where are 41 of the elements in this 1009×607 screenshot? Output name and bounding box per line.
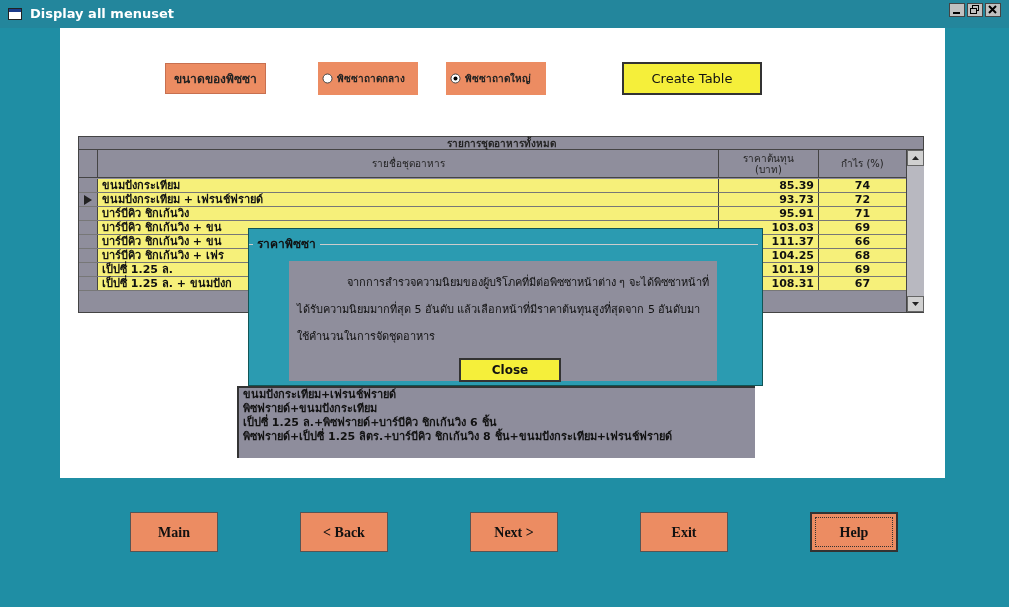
size-label: ขนาดของพิซซา	[165, 63, 266, 94]
grid-caption: รายการชุดอาหารทั้งหมด	[79, 137, 923, 150]
radio-option[interactable]: พิซซาถาดกลาง	[318, 62, 418, 95]
table-cell: 67	[819, 277, 906, 290]
close-icon[interactable]	[985, 3, 1001, 17]
table-cell: 85.39	[719, 179, 819, 192]
table-cell: ขนมปังกระเทียม	[98, 179, 719, 192]
window-icon	[8, 8, 22, 20]
close-button[interactable]: Close	[459, 358, 561, 382]
table-cell: 66	[819, 235, 906, 248]
table-cell: บาร์บีคิว ชิกเก้นวิง	[98, 207, 719, 220]
column-header: กำไร (%)	[840, 157, 885, 171]
table-cell: 68	[819, 249, 906, 262]
radio-button[interactable]	[450, 73, 461, 84]
window-title: Display all menuset	[30, 5, 174, 24]
restore-icon[interactable]	[967, 3, 983, 17]
nav-button[interactable]: Exit	[640, 512, 728, 552]
list-item[interactable]: ขนมปังกระเทียม+เฟรนช์ฟรายด์	[243, 388, 751, 402]
table-cell: 72	[819, 193, 906, 206]
nav-button[interactable]: < Back	[300, 512, 388, 552]
radio-option[interactable]: พิซซาถาดใหญ่	[446, 62, 546, 95]
table-cell: 93.73	[719, 193, 819, 206]
scroll-up-icon[interactable]	[907, 150, 924, 166]
nav-button[interactable]: Main	[130, 512, 218, 552]
scrollbar[interactable]	[906, 150, 924, 312]
combo-listbox[interactable]: ขนมปังกระเทียม+เฟรนช์ฟรายด์ พิซฟรายด์+ขนมปังกระเทียม เป็ปซี่ 1.25 ล.+พิซฟรายด์+บาร์บีคิว ชิกเก้นวิง 6 ชิ้น พิซฟรายด์+เป็ปซี่ 1.25 ลิตร.+บาร์บีคิว ชิกเก้นวิง 8 ชิ้น+ขนมปังกระเทียม+เฟรนช์ฟรายด์	[237, 386, 755, 458]
list-item[interactable]: พิซฟรายด์+เป็ปซี่ 1.25 ลิตร.+บาร์บีคิว ชิกเก้นวิง 8 ชิ้น+ขนมปังกระเทียม+เฟรนช์ฟรายด์	[243, 430, 751, 444]
nav-button[interactable]: Help	[810, 512, 898, 552]
nav-button[interactable]: Next >	[470, 512, 558, 552]
column-header: ราคาต้นทุน (บาท)	[719, 150, 819, 177]
table-cell: ขนมปังกระเทียม + เฟรนช์ฟรายด์	[98, 193, 719, 206]
table-cell: 69	[819, 221, 906, 234]
table-cell: 74	[819, 179, 906, 192]
scroll-down-icon[interactable]	[907, 296, 924, 312]
table-cell: 71	[819, 207, 906, 220]
table-cell: 69	[819, 263, 906, 276]
radio-button[interactable]	[322, 73, 333, 84]
minimize-icon[interactable]	[949, 3, 965, 17]
column-header: รายชื่อชุดอาหาร	[98, 150, 719, 177]
table-cell: 95.91	[719, 207, 819, 220]
create-table-button[interactable]: Create Table	[622, 62, 762, 95]
